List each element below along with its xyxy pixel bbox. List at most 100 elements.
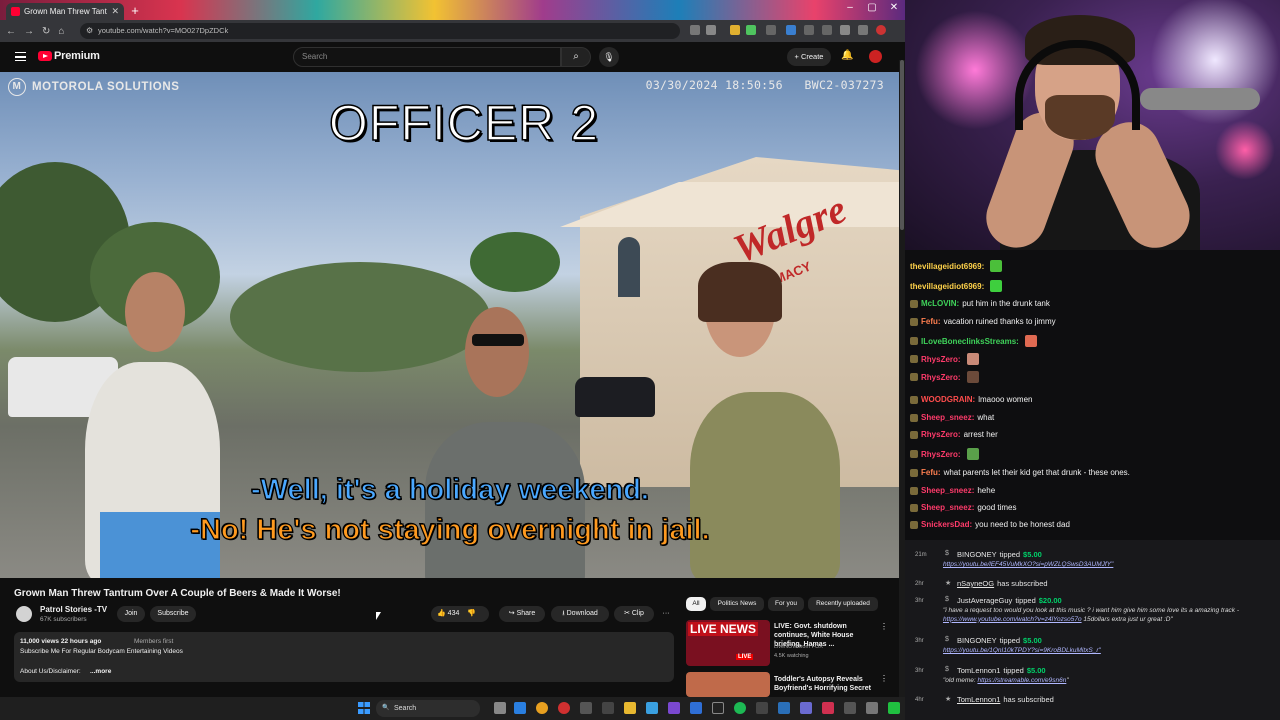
event-username[interactable]: TomLennon1 bbox=[957, 695, 1000, 704]
extensions-puzzle-icon[interactable] bbox=[804, 25, 814, 35]
tip-link[interactable]: https://www.youtube.com/watch?v=z4lYozso… bbox=[943, 616, 1082, 623]
show-more-link[interactable]: ...more bbox=[90, 668, 111, 675]
chat-username[interactable]: SnickersDad: bbox=[921, 520, 972, 529]
file-explorer-icon[interactable] bbox=[624, 702, 636, 714]
app-icon[interactable] bbox=[558, 702, 570, 714]
premium-label[interactable]: Premium bbox=[54, 50, 100, 62]
voice-search-icon[interactable]: 🎙 bbox=[599, 47, 619, 67]
extension-icon[interactable] bbox=[786, 25, 796, 35]
search-button[interactable]: ⌕ bbox=[561, 47, 591, 67]
chat-username[interactable]: thevillageidiot6969: bbox=[910, 282, 984, 291]
create-button[interactable]: + Create bbox=[787, 48, 831, 66]
event-username[interactable]: BINGONEY bbox=[957, 550, 997, 559]
cast-icon[interactable] bbox=[690, 25, 700, 35]
app-icon[interactable] bbox=[668, 702, 680, 714]
chat-username[interactable]: ILoveBoneclinksStreams: bbox=[921, 337, 1019, 346]
youtube-logo-icon[interactable] bbox=[38, 51, 52, 61]
recommendation-thumbnail[interactable] bbox=[686, 672, 770, 697]
forward-icon[interactable]: → bbox=[24, 26, 34, 37]
spotify-icon[interactable] bbox=[734, 702, 746, 714]
back-icon[interactable]: ← bbox=[6, 26, 16, 37]
reload-icon[interactable]: ↻ bbox=[42, 26, 50, 37]
tab-youtube[interactable]: Grown Man Threw Tantrum ✕ bbox=[6, 3, 124, 20]
recommendation-menu-icon[interactable]: ⋮ bbox=[880, 622, 888, 631]
tab-search-icon[interactable] bbox=[858, 25, 868, 35]
app-icon[interactable] bbox=[756, 702, 768, 714]
event-username[interactable]: BINGONEY bbox=[957, 636, 997, 645]
join-button[interactable]: Join bbox=[117, 606, 145, 622]
chat-username[interactable]: RhysZero: bbox=[921, 355, 961, 364]
task-view-icon[interactable] bbox=[494, 702, 506, 714]
share-button[interactable]: ↪ Share bbox=[499, 606, 545, 622]
account-avatar[interactable] bbox=[869, 50, 882, 63]
app-icon[interactable] bbox=[602, 702, 614, 714]
chat-username[interactable]: Sheep_sneez: bbox=[921, 486, 974, 495]
extension-icon[interactable] bbox=[766, 25, 776, 35]
channel-avatar[interactable] bbox=[16, 606, 32, 622]
chat-username[interactable]: Fefu: bbox=[921, 468, 941, 477]
chat-username[interactable]: RhysZero: bbox=[921, 373, 961, 382]
dislike-icon[interactable]: 👎 bbox=[467, 610, 476, 617]
sidebar-icon[interactable] bbox=[822, 25, 832, 35]
menu-icon[interactable] bbox=[15, 52, 26, 61]
tip-link[interactable]: https://streamable.com/e9sn6n bbox=[977, 677, 1066, 684]
profile-avatar[interactable] bbox=[876, 25, 886, 35]
tip-link[interactable]: https://youtu.be/1QnI10kTPDY?si=9KroBDLk… bbox=[943, 647, 1101, 654]
close-window-icon[interactable]: ✕ bbox=[884, 2, 904, 13]
app-icon[interactable] bbox=[778, 702, 790, 714]
chat-username[interactable]: Fefu: bbox=[921, 317, 941, 326]
search-input[interactable]: Search bbox=[293, 47, 561, 67]
chip-recently-uploaded[interactable]: Recently uploaded bbox=[808, 597, 878, 611]
chat-username[interactable]: thevillageidiot6969: bbox=[910, 262, 984, 271]
extension-icon[interactable] bbox=[730, 25, 740, 35]
downloads-icon[interactable] bbox=[840, 25, 850, 35]
chat-username[interactable]: WOODGRAIN: bbox=[921, 395, 975, 404]
app-icon[interactable] bbox=[580, 702, 592, 714]
app-icon[interactable] bbox=[888, 702, 900, 714]
tip-link[interactable]: https://youtu.be/lEF45VuMkXO?si=pWZLQSws… bbox=[943, 561, 1113, 568]
event-username[interactable]: JustAverageGuy bbox=[957, 596, 1012, 605]
new-tab-button[interactable]: + bbox=[128, 4, 142, 18]
app-icon[interactable] bbox=[800, 702, 812, 714]
maximize-icon[interactable]: ▢ bbox=[862, 2, 882, 13]
subscribe-button[interactable]: Subscribe bbox=[150, 606, 196, 622]
minimize-icon[interactable]: – bbox=[840, 2, 860, 13]
obs-icon[interactable] bbox=[712, 702, 724, 714]
channel-name[interactable]: Patrol Stories -TV bbox=[40, 605, 107, 614]
more-actions-button[interactable]: ··· bbox=[658, 606, 674, 622]
chat-username[interactable]: McLOVIN: bbox=[921, 299, 959, 308]
taskbar-search[interactable]: Search bbox=[376, 700, 480, 717]
download-button[interactable]: ⭳ Download bbox=[551, 606, 609, 622]
bookmark-star-icon[interactable] bbox=[706, 25, 716, 35]
app-icon[interactable] bbox=[866, 702, 878, 714]
scrollbar-thumb[interactable] bbox=[900, 60, 904, 230]
chat-username[interactable]: Sheep_sneez: bbox=[921, 413, 974, 422]
notifications-bell-icon[interactable]: 🔔 bbox=[841, 50, 853, 61]
extension-icon[interactable] bbox=[746, 25, 756, 35]
clip-button[interactable]: ✂ Clip bbox=[614, 606, 654, 622]
recommendation-menu-icon[interactable]: ⋮ bbox=[880, 674, 888, 683]
windows-start-icon[interactable] bbox=[358, 702, 370, 714]
home-icon[interactable]: ⌂ bbox=[58, 26, 64, 37]
chat-username[interactable]: RhysZero: bbox=[921, 430, 961, 439]
chat-username[interactable]: Sheep_sneez: bbox=[921, 503, 974, 512]
app-icon[interactable] bbox=[822, 702, 834, 714]
omnibox[interactable]: ⚙ youtube.com/watch?v=MO027DpZDCk bbox=[80, 23, 680, 39]
app-icon[interactable] bbox=[690, 702, 702, 714]
edge-icon[interactable] bbox=[514, 702, 526, 714]
tab-close-icon[interactable]: ✕ bbox=[111, 6, 119, 17]
site-info-icon[interactable]: ⚙ bbox=[86, 23, 93, 39]
like-icon[interactable]: 👍 bbox=[437, 610, 446, 617]
chat-username[interactable]: RhysZero: bbox=[921, 450, 961, 459]
recommendation-thumbnail[interactable]: LIVE NEWS LIVE bbox=[686, 620, 770, 666]
event-username[interactable]: nSayneOG bbox=[957, 579, 994, 588]
chip-all[interactable]: All bbox=[686, 597, 706, 611]
chip-for-you[interactable]: For you bbox=[768, 597, 804, 611]
recommendation-title[interactable]: Toddler's Autopsy Reveals Boyfriend's Ho… bbox=[774, 675, 878, 693]
chip-politics-news[interactable]: Politics News bbox=[710, 597, 764, 611]
description-box[interactable]: 11,000 views 22 hours ago Members first … bbox=[14, 632, 674, 682]
app-icon[interactable] bbox=[646, 702, 658, 714]
app-icon[interactable] bbox=[844, 702, 856, 714]
event-username[interactable]: TomLennon1 bbox=[957, 666, 1000, 675]
chrome-icon[interactable] bbox=[536, 702, 548, 714]
